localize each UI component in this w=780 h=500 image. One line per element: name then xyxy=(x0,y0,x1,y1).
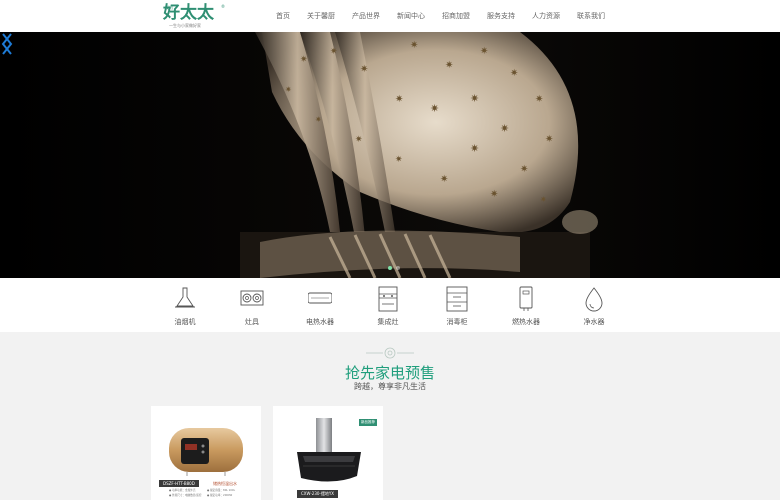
category-label: 燃热水器 xyxy=(512,318,540,326)
product-spec: ● 额定功率：2000W xyxy=(207,494,233,497)
nav-about[interactable]: 关于馨厨 xyxy=(307,0,335,32)
svg-text:✷: ✷ xyxy=(445,60,453,71)
product-spec: ● 功率功能：金属外壳 xyxy=(169,489,196,492)
banner-image: ✷ ✷ ✷ ✷ ✷ ✷ ✷ ✷ ✷ ✷ ✷ ✷ ✷ ✷ ✷ ✷ ✷ ✷ ✷ ✷ ✷ ✷ xyxy=(0,32,780,278)
category-label: 集成灶 xyxy=(377,318,399,326)
site-header: 我的 好太太 ® 一生与小家做好家 首页 关于馨厨 产品世界 新闻中心 招商加盟… xyxy=(0,0,780,32)
svg-text:✷: ✷ xyxy=(490,189,498,200)
category-bar: 油烟机 灶具 电热水器 集成灶 消毒柜 燃热水器 净水器 xyxy=(0,278,780,332)
next-slide-arrow-icon[interactable] xyxy=(0,32,14,56)
nav-news[interactable]: 新闻中心 xyxy=(397,0,425,32)
slide-dot-2[interactable] xyxy=(396,266,400,270)
category-label: 灶具 xyxy=(245,318,259,326)
svg-text:✷: ✷ xyxy=(480,46,488,57)
category-gas-water-heater[interactable]: 燃热水器 xyxy=(496,286,556,328)
product-model-note: 储热恒温出水 xyxy=(213,481,237,486)
section-title: 抢先家电预售 xyxy=(344,364,435,382)
nav-home[interactable]: 首页 xyxy=(276,0,290,32)
category-label: 电热水器 xyxy=(306,318,334,326)
main-nav: 首页 关于馨厨 产品世界 新闻中心 招商加盟 服务支持 人力资源 联系我们 xyxy=(276,0,622,32)
svg-text:✷: ✷ xyxy=(500,122,509,135)
svg-text:✷: ✷ xyxy=(395,94,403,105)
slide-dots xyxy=(388,266,400,270)
product-card-range-hood[interactable]: 新品推荐 CXW-230-摆地YX xyxy=(273,406,383,500)
category-electric-water-heater[interactable]: 电热水器 xyxy=(290,286,350,328)
category-label: 净水器 xyxy=(583,318,605,326)
category-water-purifier[interactable]: 净水器 xyxy=(564,286,624,328)
svg-text:✷: ✷ xyxy=(395,155,403,165)
product-spec: ● 额定容量：80L 100L xyxy=(207,489,236,492)
integrated-stove-icon xyxy=(378,286,398,312)
gas-stove-icon xyxy=(240,290,264,306)
svg-text:✷: ✷ xyxy=(545,134,553,145)
nav-franchise[interactable]: 招商加盟 xyxy=(442,0,470,32)
electric-water-heater-icon xyxy=(308,292,332,304)
water-purifier-icon xyxy=(585,287,603,312)
svg-text:✷: ✷ xyxy=(300,55,308,65)
svg-text:✷: ✷ xyxy=(540,195,547,204)
disinfection-cabinet-icon xyxy=(446,286,468,312)
svg-text:✷: ✷ xyxy=(440,174,448,185)
logo-wordmark: 好太太 xyxy=(163,3,214,23)
nav-service[interactable]: 服务支持 xyxy=(487,0,515,32)
svg-text:✷: ✷ xyxy=(360,64,368,75)
section-subtitle: 跨越，尊享非凡生活 xyxy=(354,382,426,391)
category-integrated-stove[interactable]: 集成灶 xyxy=(358,286,418,328)
svg-text:✷: ✷ xyxy=(470,92,479,105)
product-model: CXW-230-摆地YX xyxy=(297,490,339,498)
product-spec: ● 外观尺寸：电脑数显/遥控 xyxy=(169,494,202,497)
category-label: 消毒柜 xyxy=(446,318,468,326)
svg-text:✷: ✷ xyxy=(315,115,322,124)
svg-text:✷: ✷ xyxy=(535,94,543,105)
svg-text:✷: ✷ xyxy=(510,68,518,79)
category-disinfection-cabinet[interactable]: 消毒柜 xyxy=(427,286,487,328)
logo-tagline: 一生与小家做好家 xyxy=(169,23,201,28)
category-range-hood[interactable]: 油烟机 xyxy=(155,286,215,328)
hero-banner: ✷ ✷ ✷ ✷ ✷ ✷ ✷ ✷ ✷ ✷ ✷ ✷ ✷ ✷ ✷ ✷ ✷ ✷ ✷ ✷ ✷ ✷ xyxy=(0,32,780,278)
nav-hr[interactable]: 人力资源 xyxy=(532,0,560,32)
logo-registered-mark: ® xyxy=(221,4,225,9)
nav-contact[interactable]: 联系我们 xyxy=(577,0,605,32)
slide-dot-1[interactable] xyxy=(388,266,392,270)
brand-logo[interactable]: 我的 好太太 ® 一生与小家做好家 xyxy=(163,2,225,30)
svg-text:✷: ✷ xyxy=(330,47,338,57)
svg-text:✷: ✷ xyxy=(520,164,528,175)
svg-text:✷: ✷ xyxy=(355,135,363,145)
nav-products[interactable]: 产品世界 xyxy=(352,0,380,32)
svg-text:✷: ✷ xyxy=(410,40,418,51)
product-card-water-heater[interactable]: DSZF-HTT-B80D 储热恒温出水 ● 功率功能：金属外壳 ● 额定容量：… xyxy=(151,406,261,500)
range-hood-product-image xyxy=(297,418,361,482)
category-label: 油烟机 xyxy=(174,318,196,326)
svg-text:✷: ✷ xyxy=(285,85,292,94)
category-gas-stove[interactable]: 灶具 xyxy=(222,286,282,328)
range-hood-icon xyxy=(175,287,195,308)
gas-water-heater-icon xyxy=(519,286,533,311)
svg-text:✷: ✷ xyxy=(430,102,439,115)
section-ornament-icon xyxy=(366,347,414,359)
product-model: DSZF-HTT-B80D xyxy=(159,480,199,487)
svg-text:✷: ✷ xyxy=(470,142,479,155)
